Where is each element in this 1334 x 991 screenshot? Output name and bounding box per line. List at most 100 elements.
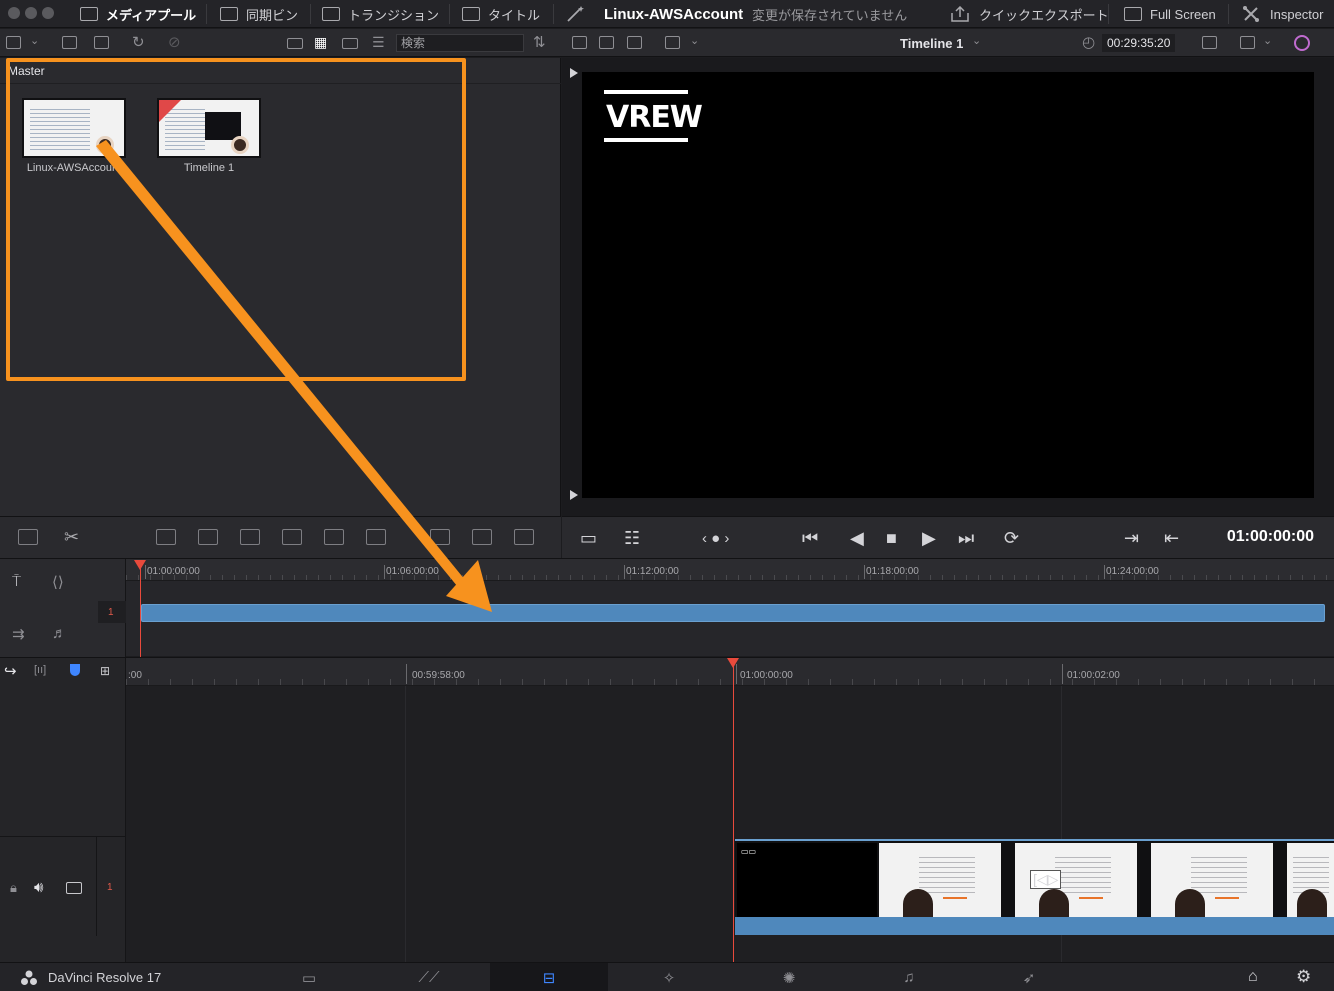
track-options-icon[interactable]: ⇉ [12, 625, 25, 643]
metadata-view-icon[interactable] [287, 38, 303, 49]
ruler-label: 00:59:58:00 [412, 670, 465, 681]
nav-prev-next-icon[interactable]: ‹ ● › [702, 529, 729, 547]
viewer-canvas[interactable]: VREW [582, 72, 1314, 498]
vrew-logo: VREW [604, 90, 703, 144]
unsaved-status: 変更が保存されていません [752, 7, 908, 23]
fairlight-page-icon[interactable]: ♫ [850, 963, 968, 991]
sync-bin-button[interactable]: 同期ビン [220, 0, 298, 28]
import-media-icon[interactable] [62, 36, 77, 49]
add-marker-icon[interactable]: ⊞ [100, 664, 110, 678]
relink-icon[interactable]: ↻ [132, 33, 145, 51]
clip-frame [1151, 843, 1273, 919]
viewer-timeline-title[interactable]: Timeline 1 [900, 29, 963, 57]
transitions-icon [322, 7, 340, 21]
overview-timeline: ⍑ ⟨⟩ ⇉ ♬ 1 01:00:00:00 01:06:00:00 01:12… [0, 558, 1334, 657]
bin-header: Master [0, 58, 561, 84]
bin-list-toggle-icon[interactable] [6, 36, 21, 49]
mark-in-icon[interactable]: ⇥ [1124, 528, 1139, 548]
audio-waveform-icon[interactable] [18, 529, 38, 545]
ruler-label: 01:00:02:00 [1067, 670, 1120, 681]
overview-video-clip[interactable] [141, 604, 1325, 622]
gear-icon[interactable]: ⚙ [1296, 967, 1311, 987]
snapping-icon[interactable]: ↪ [4, 662, 17, 680]
viewer-mode-icon[interactable] [665, 36, 680, 49]
viewer-grid-icon[interactable] [627, 36, 642, 49]
chevron-down-icon[interactable]: ⌄ [972, 34, 981, 47]
cut-page-icon[interactable]: ⟋⟋ [370, 963, 488, 991]
list-view-icon[interactable]: ☰ [372, 34, 385, 51]
thumbnail-view-icon[interactable]: ▦ [314, 34, 327, 51]
chevron-down-icon[interactable]: ⌄ [690, 34, 699, 47]
media-clip[interactable]: Linux-AWSAccount [22, 98, 126, 174]
lock-track-icon[interactable]: ⍑ [12, 573, 21, 590]
full-screen-label: Full Screen [1150, 6, 1216, 22]
camera-icon[interactable] [1202, 36, 1217, 49]
play-reverse-icon[interactable]: ◀ [850, 528, 864, 548]
window-close-button[interactable] [8, 7, 20, 19]
media-page-icon[interactable]: ▭ [250, 963, 368, 991]
ripple-overwrite-icon[interactable] [240, 529, 260, 545]
filmstrip-view-icon[interactable] [342, 38, 358, 49]
smart-insert-icon[interactable] [156, 529, 176, 545]
dissolve-icon[interactable] [472, 529, 492, 545]
fusion-page-icon[interactable]: ✧ [610, 963, 728, 991]
playhead-line [140, 567, 141, 657]
play-icon[interactable]: ▶ [922, 528, 936, 548]
clip-frame [1287, 843, 1334, 919]
duration-timecode: 00:29:35:20 [1102, 34, 1176, 52]
inspector-button[interactable]: Inspector [1242, 0, 1323, 28]
unlink-icon[interactable]: ⊘ [168, 33, 181, 51]
quick-export-button[interactable]: クイックエクスポート [950, 0, 1109, 28]
smooth-cut-icon[interactable] [514, 529, 534, 545]
top-toolbar: メディアプール 同期ビン トランジション タイトル Linux-AWSAccou… [0, 0, 1334, 28]
viewer-film-icon[interactable] [599, 36, 614, 49]
viewer-options-icon[interactable] [1240, 36, 1255, 49]
play-marker-icon[interactable] [570, 68, 578, 78]
stop-icon[interactable]: ■ [886, 528, 897, 548]
clip-thumbnail[interactable] [22, 98, 126, 158]
playback-mode-icon[interactable]: ▭ [580, 528, 597, 548]
scissors-icon[interactable]: ✂ [64, 527, 79, 548]
jump-to-start-icon[interactable]: ⏮ [802, 528, 818, 548]
viewer-image-icon[interactable] [572, 36, 587, 49]
close-up-icon[interactable] [282, 529, 302, 545]
home-icon[interactable]: ⌂ [1248, 968, 1258, 986]
ruler-label: 01:06:00:00 [386, 566, 439, 577]
chevron-down-icon[interactable]: ⌄ [30, 34, 39, 47]
cut-icon[interactable] [430, 529, 450, 545]
color-page-icon[interactable]: ✺ [730, 963, 848, 991]
jump-to-end-icon[interactable]: ⏭ [958, 528, 974, 548]
viewer-timecode[interactable]: 01:00:00:00 [1227, 528, 1314, 546]
place-on-top-icon[interactable] [324, 529, 344, 545]
settings-sliders-icon[interactable]: ☷ [624, 528, 640, 548]
window-minimize-button[interactable] [25, 7, 37, 19]
bin-name[interactable]: Master [8, 64, 45, 78]
effects-button[interactable] [566, 0, 586, 28]
transitions-button[interactable]: トランジション [322, 0, 439, 28]
loop-icon[interactable]: ⟳ [1004, 528, 1019, 548]
play-marker-icon[interactable] [570, 490, 578, 500]
lock-icon[interactable]: 🔒︎ [10, 880, 17, 896]
flag-icon[interactable] [70, 664, 80, 676]
clip-thumbnail[interactable] [157, 98, 261, 158]
color-wheel-icon[interactable] [1294, 35, 1310, 51]
zoom-icon[interactable]: ⟨⟩ [52, 573, 64, 591]
full-screen-button[interactable]: Full Screen [1124, 0, 1216, 28]
sort-icon[interactable]: ⇅ [533, 33, 546, 51]
search-input[interactable]: 検索 [396, 34, 524, 52]
titles-button[interactable]: タイトル [462, 0, 540, 28]
deliver-page-icon[interactable]: ➶ [970, 963, 1088, 991]
mark-out-icon[interactable]: ⇤ [1164, 528, 1179, 548]
window-zoom-button[interactable] [42, 7, 54, 19]
monitor-icon[interactable] [66, 882, 82, 894]
speaker-icon[interactable]: 🔊︎ [34, 879, 43, 896]
new-bin-icon[interactable] [94, 36, 109, 49]
media-pool-button[interactable]: メディアプール [80, 0, 196, 28]
append-icon[interactable] [198, 529, 218, 545]
audio-track-options-icon[interactable]: ♬ [52, 625, 67, 642]
chevron-down-icon[interactable]: ⌄ [1263, 34, 1272, 47]
edit-page-icon[interactable]: ⊟ [490, 963, 608, 991]
source-overwrite-icon[interactable] [366, 529, 386, 545]
audio-scrub-icon[interactable]: [ıı] [34, 664, 46, 676]
timeline-clip[interactable]: Timeline 1 [157, 98, 261, 174]
